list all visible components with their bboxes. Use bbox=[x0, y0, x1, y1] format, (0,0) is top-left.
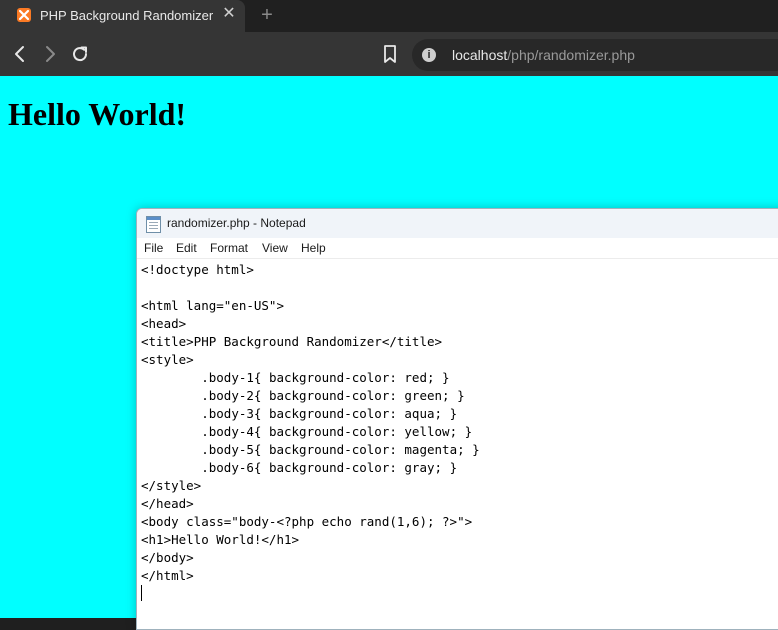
source-code[interactable]: <!doctype html> <html lang="en-US"> <hea… bbox=[141, 261, 480, 585]
menu-help[interactable]: Help bbox=[301, 241, 326, 255]
notepad-menubar: File Edit Format View Help bbox=[137, 238, 778, 259]
back-arrow-icon[interactable] bbox=[9, 43, 31, 65]
bookmark-icon[interactable] bbox=[380, 43, 400, 65]
tab-strip: PHP Background Randomizer ✕ + bbox=[0, 0, 778, 32]
close-tab-icon[interactable]: ✕ bbox=[222, 6, 236, 22]
address-bar[interactable]: i localhost/php/randomizer.php bbox=[412, 39, 778, 71]
new-tab-icon[interactable]: + bbox=[259, 5, 275, 25]
notepad-editor[interactable]: <!doctype html> <html lang="en-US"> <hea… bbox=[137, 259, 778, 629]
notepad-window: randomizer.php - Notepad File Edit Forma… bbox=[136, 208, 778, 630]
tab-title: PHP Background Randomizer bbox=[40, 8, 214, 23]
menu-file[interactable]: File bbox=[144, 241, 163, 255]
text-caret bbox=[141, 585, 142, 601]
url-text[interactable]: localhost/php/randomizer.php bbox=[452, 47, 635, 63]
info-icon[interactable]: i bbox=[422, 48, 436, 62]
menu-edit[interactable]: Edit bbox=[176, 241, 197, 255]
forward-arrow-icon[interactable] bbox=[39, 43, 61, 65]
notepad-icon bbox=[146, 216, 161, 233]
xampp-icon bbox=[17, 8, 31, 22]
notepad-title: randomizer.php - Notepad bbox=[167, 216, 306, 230]
menu-view[interactable]: View bbox=[262, 241, 288, 255]
reload-icon[interactable] bbox=[69, 43, 91, 65]
menu-format[interactable]: Format bbox=[210, 241, 248, 255]
notepad-titlebar[interactable]: randomizer.php - Notepad bbox=[137, 209, 778, 238]
url-host: localhost bbox=[452, 47, 508, 63]
url-path: /php/randomizer.php bbox=[507, 47, 635, 63]
browser-tab[interactable]: PHP Background Randomizer ✕ bbox=[0, 0, 245, 32]
page-heading: Hello World! bbox=[8, 96, 187, 132]
